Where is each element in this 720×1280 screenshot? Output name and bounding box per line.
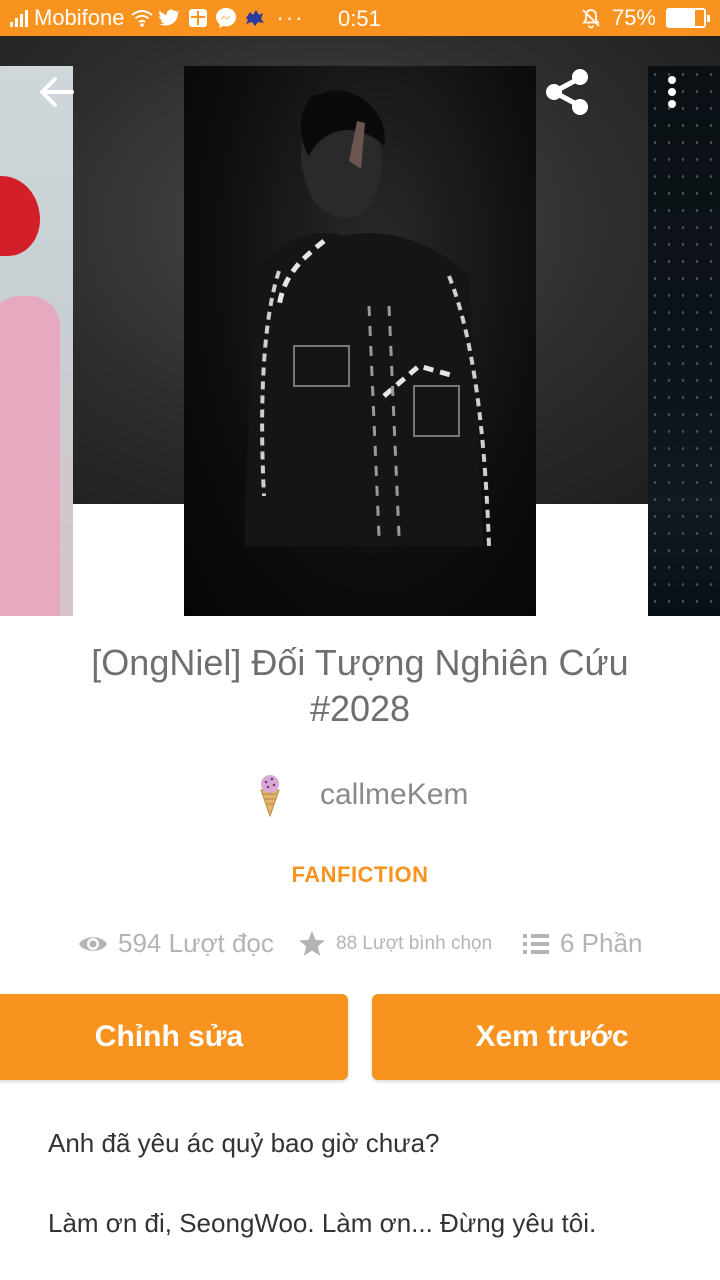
paint-splash-icon <box>243 7 265 29</box>
story-category[interactable]: FANFICTION <box>0 862 720 888</box>
votes-count: 88 Lượt bình chọn <box>336 933 493 954</box>
wifi-icon <box>130 7 153 29</box>
star-icon <box>299 931 325 956</box>
reads-stat: 594 Lượt đọc <box>78 928 274 959</box>
story-cover[interactable] <box>184 66 536 616</box>
silent-bell-icon <box>580 7 602 29</box>
status-bar: Mobifone ··· 0:51 75% <box>0 0 720 36</box>
parts-stat: 6 Phần <box>522 928 642 959</box>
back-button[interactable] <box>34 70 78 114</box>
battery-icon <box>666 8 710 28</box>
author-name[interactable]: callmeKem <box>320 778 468 812</box>
arrow-left-icon <box>40 77 74 107</box>
messenger-icon <box>215 7 237 29</box>
next-story-cover[interactable] <box>648 66 720 616</box>
clock: 0:51 <box>338 6 381 31</box>
reads-count: 594 Lượt đọc <box>118 928 274 958</box>
more-options-button[interactable] <box>652 70 692 114</box>
story-title: [OngNiel] Đối Tượng Nghiên Cứu #2028 <box>91 642 629 729</box>
story-stats: 594 Lượt đọc 88 Lượt bình chọn 6 Phần <box>0 926 720 966</box>
share-icon <box>546 69 588 115</box>
description-line-2: Làm ơn đi, SeongWoo. Làm ơn... Đừng yêu … <box>48 1208 597 1238</box>
share-button[interactable] <box>540 64 596 120</box>
eye-icon <box>79 936 107 951</box>
notification-dots: ··· <box>276 5 305 30</box>
author-row[interactable]: callmeKem <box>0 770 720 822</box>
previous-story-cover[interactable] <box>0 66 73 616</box>
status-left: Mobifone ··· <box>10 5 305 31</box>
signal-icon <box>10 9 28 27</box>
status-right: 75% <box>580 5 710 31</box>
description-line-1: Anh đã yêu ác quỷ bao giờ chưa? <box>48 1128 440 1158</box>
twitter-icon <box>158 7 181 29</box>
parts-count: 6 Phần <box>560 928 643 958</box>
votes-stat: 88 Lượt bình chọn <box>298 930 492 958</box>
preview-button[interactable]: Xem trước <box>372 994 720 1080</box>
edit-button[interactable]: Chỉnh sửa <box>0 994 348 1080</box>
gift-icon <box>187 7 209 29</box>
list-icon <box>523 933 549 954</box>
more-vertical-icon <box>668 76 676 108</box>
author-avatar[interactable] <box>254 772 286 818</box>
battery-percent: 75% <box>611 5 656 30</box>
carrier-label: Mobifone <box>34 5 125 30</box>
cover-artwork <box>244 90 491 547</box>
